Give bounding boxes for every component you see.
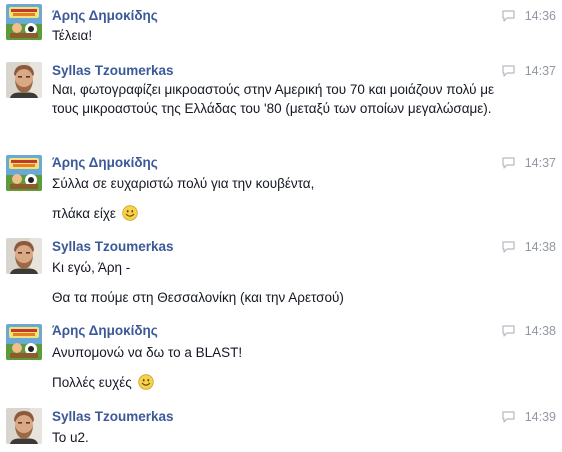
timestamp: 14:37	[524, 156, 556, 170]
sender-name[interactable]: Άρης Δημοκίδης	[52, 8, 158, 24]
message-text: πλάκα είχε	[52, 204, 502, 223]
chat-bubble-icon	[502, 157, 515, 169]
bearded-man-avatar-image	[6, 62, 42, 98]
sender-avatar[interactable]	[6, 155, 42, 191]
timestamp: 14:38	[524, 324, 556, 338]
cartoon-avatar-image	[6, 155, 42, 191]
sender-avatar[interactable]	[6, 324, 42, 360]
sender-name[interactable]: Άρης Δημοκίδης	[52, 323, 158, 339]
chat-bubble-icon	[502, 411, 515, 423]
sender-avatar[interactable]	[6, 238, 42, 274]
sender-name[interactable]: Syllas Tzoumerkas	[52, 63, 174, 79]
message-text: Θα τα πούμε στη Θεσσαλονίκη (και την Αρε…	[52, 290, 344, 305]
sender-name[interactable]: Άρης Δημοκίδης	[52, 155, 158, 171]
message-text-content: πλάκα είχε	[52, 206, 116, 221]
message-meta: 14:37	[502, 155, 556, 171]
message-text: Πολλές ευχές	[52, 373, 502, 392]
chat-bubble-icon	[502, 65, 515, 77]
bearded-man-avatar-image	[6, 238, 42, 274]
message-text: Τέλεια!	[52, 28, 93, 43]
message-text: Ναι, φωτογραφίζει μικροαστούς στην Αμερι…	[52, 82, 495, 116]
message-meta: 14:37	[502, 63, 556, 79]
chat-bubble-icon	[502, 241, 515, 253]
message-text: Ανυπομονώ να δω το a BLAST!	[52, 345, 243, 360]
bearded-man-avatar-image	[6, 408, 42, 444]
sender-avatar[interactable]	[6, 408, 42, 444]
timestamp: 14:38	[524, 240, 556, 254]
chat-bubble-icon	[502, 10, 515, 22]
timestamp: 14:37	[524, 64, 556, 78]
message-meta: 14:38	[502, 323, 556, 339]
message-text: Το u2.	[52, 430, 89, 445]
cartoon-avatar-image	[6, 324, 42, 360]
chat-bubble-icon	[502, 325, 515, 337]
timestamp: 14:39	[524, 410, 556, 424]
message-text-content: Πολλές ευχές	[52, 375, 132, 390]
message-meta: 14:36	[502, 8, 556, 24]
timestamp: 14:36	[524, 9, 556, 23]
message-text: Σύλλα σε ευχαριστώ πολύ για την κουβέντα…	[52, 176, 315, 191]
sender-avatar[interactable]	[6, 62, 42, 98]
smiley-icon	[122, 205, 138, 221]
message-text: Κι εγώ, Άρη -	[52, 260, 131, 275]
message-meta: 14:38	[502, 239, 556, 255]
sender-name[interactable]: Syllas Tzoumerkas	[52, 239, 174, 255]
cartoon-avatar-image	[6, 4, 42, 40]
sender-avatar[interactable]	[6, 4, 42, 40]
sender-name[interactable]: Syllas Tzoumerkas	[52, 409, 174, 425]
message-meta: 14:39	[502, 409, 556, 425]
smiley-icon	[137, 374, 154, 390]
